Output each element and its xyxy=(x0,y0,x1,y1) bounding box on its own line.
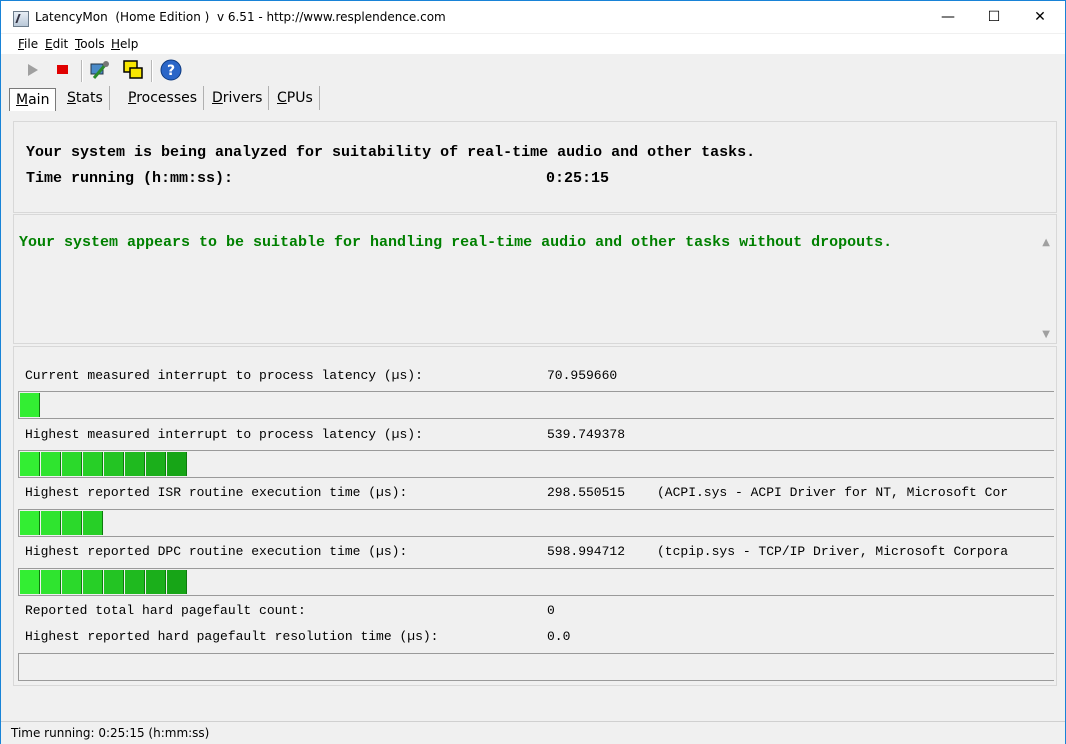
metric-label: Highest measured interrupt to process la… xyxy=(25,427,423,442)
minimize-button[interactable]: — xyxy=(925,1,971,33)
metric-detail: (tcpip.sys - TCP/IP Driver, Microsoft Co… xyxy=(657,544,1009,559)
tab-cpus[interactable]: CPUs xyxy=(271,86,320,110)
bar-segment xyxy=(41,511,61,535)
metric-label: Current measured interrupt to process la… xyxy=(25,368,423,383)
latencymon-app-icon[interactable] xyxy=(13,11,29,27)
bar-segment xyxy=(62,511,82,535)
menu-edit[interactable]: Edit xyxy=(45,37,68,51)
bar-segment xyxy=(20,452,40,476)
status-text: Time running: 0:25:15 (h:mm:ss) xyxy=(11,726,210,740)
bar-segment xyxy=(20,570,40,594)
bar-segment xyxy=(20,511,40,535)
metric-value: 539.749378 xyxy=(547,427,626,442)
bar-segment xyxy=(125,452,145,476)
tab-stats[interactable]: Stats xyxy=(61,86,110,110)
pagefault-count-label: Reported total hard pagefault count: xyxy=(25,603,306,618)
menu-help[interactable]: Help xyxy=(111,37,138,51)
menu-bar: File Edit Tools Help xyxy=(1,34,1065,54)
bar-segment xyxy=(167,570,187,594)
bar-segment xyxy=(41,570,61,594)
window-title: LatencyMon (Home Edition ) v 6.51 - http… xyxy=(35,10,446,24)
pagefault-time-label: Highest reported hard pagefault resoluti… xyxy=(25,629,439,644)
verdict-panel: Your system appears to be suitable for h… xyxy=(13,214,1057,344)
latency-bar xyxy=(18,568,1054,596)
metrics-panel: Current measured interrupt to process la… xyxy=(13,346,1057,686)
pagefault-bar xyxy=(18,653,1054,681)
pagefault-count-value: 0 xyxy=(547,603,555,618)
metric-value: 298.550515 xyxy=(547,485,626,500)
scroll-up-icon[interactable]: ▲ xyxy=(1042,237,1050,248)
bar-segment xyxy=(167,452,187,476)
metric-detail: (ACPI.sys - ACPI Driver for NT, Microsof… xyxy=(657,485,1009,500)
tab-drivers[interactable]: Drivers xyxy=(206,86,270,110)
menu-file[interactable]: File xyxy=(18,37,38,51)
bar-segment xyxy=(83,570,103,594)
time-running-value: 0:25:15 xyxy=(546,170,610,187)
app-window: LatencyMon (Home Edition ) v 6.51 - http… xyxy=(0,0,1066,744)
bar-segment xyxy=(146,570,166,594)
menu-tools[interactable]: Tools xyxy=(75,37,105,51)
bar-segment xyxy=(20,393,40,417)
metric-value: 70.959660 xyxy=(547,368,618,383)
toolbar-separator xyxy=(151,60,153,82)
bar-segment xyxy=(104,452,124,476)
tab-processes[interactable]: Processes xyxy=(122,86,205,110)
bar-segment xyxy=(83,511,103,535)
scroll-down-icon[interactable]: ▼ xyxy=(1042,329,1050,340)
analysis-status-text: Your system is being analyzed for suitab… xyxy=(26,144,756,161)
time-running-label: Time running (h:mm:ss): xyxy=(26,170,234,187)
tools-icon[interactable] xyxy=(88,58,112,82)
svg-text:?: ? xyxy=(167,63,175,79)
tab-main[interactable]: Main xyxy=(9,88,57,111)
bar-segment xyxy=(41,452,61,476)
windows-icon[interactable] xyxy=(121,58,145,82)
latency-bar xyxy=(18,391,1054,419)
metric-label: Highest reported ISR routine execution t… xyxy=(25,485,408,500)
bar-segment xyxy=(83,452,103,476)
bar-segment xyxy=(62,452,82,476)
toolbar: ? xyxy=(1,56,1065,86)
play-icon[interactable] xyxy=(21,58,45,82)
pagefault-time-value: 0.0 xyxy=(547,629,571,644)
bar-segment xyxy=(62,570,82,594)
latency-bar xyxy=(18,509,1054,537)
analysis-header-panel: Your system is being analyzed for suitab… xyxy=(13,121,1057,213)
toolbar-separator xyxy=(81,60,83,82)
bar-segment xyxy=(104,570,124,594)
title-bar[interactable]: LatencyMon (Home Edition ) v 6.51 - http… xyxy=(1,1,1065,33)
help-icon[interactable]: ? xyxy=(159,58,183,82)
maximize-button[interactable]: ☐ xyxy=(971,1,1017,33)
bar-segment xyxy=(146,452,166,476)
metric-label: Highest reported DPC routine execution t… xyxy=(25,544,408,559)
bar-segment xyxy=(125,570,145,594)
close-button[interactable]: ✕ xyxy=(1017,1,1063,33)
stop-icon[interactable] xyxy=(51,58,75,82)
latency-bar xyxy=(18,450,1054,478)
metric-value: 598.994712 xyxy=(547,544,626,559)
status-bar: Time running: 0:25:15 (h:mm:ss) xyxy=(1,721,1065,744)
verdict-text: Your system appears to be suitable for h… xyxy=(19,234,893,251)
